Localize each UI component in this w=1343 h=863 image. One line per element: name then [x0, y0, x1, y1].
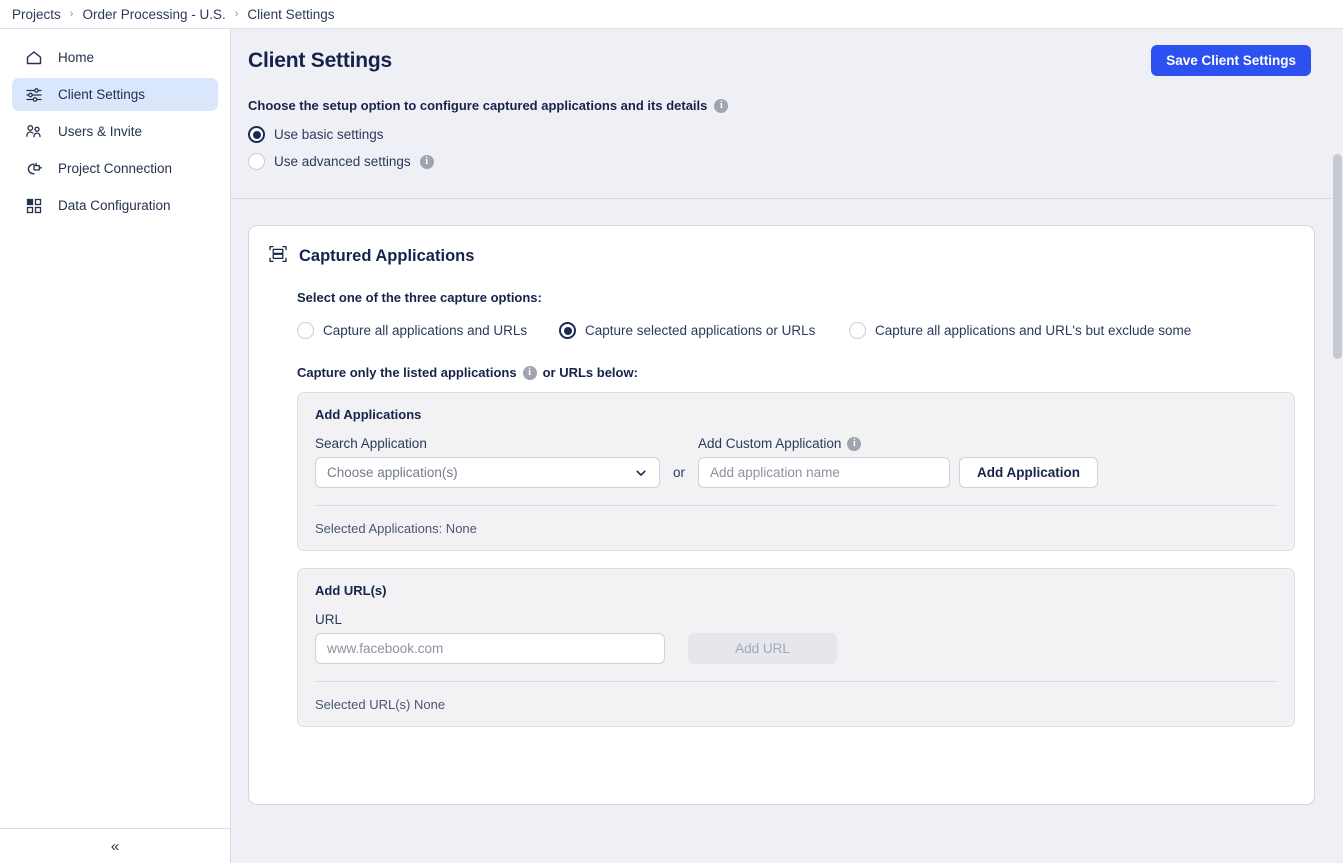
search-application-select[interactable]: Choose application(s)	[315, 457, 660, 488]
home-icon	[24, 48, 43, 67]
radio-indicator[interactable]	[297, 322, 314, 339]
url-label: URL	[315, 612, 343, 627]
breadcrumb-separator-icon: ›	[69, 7, 74, 20]
url-group: URL	[315, 612, 665, 664]
setup-option-section: Choose the setup option to configure cap…	[231, 76, 1332, 198]
page-header: Client Settings Save Client Settings	[231, 29, 1332, 76]
sidebar-item-label: Home	[58, 50, 95, 65]
radio-capture-all[interactable]: Capture all applications and URLs	[297, 322, 559, 339]
capture-options-group: Capture all applications and URLs Captur…	[297, 322, 1295, 339]
radio-use-advanced-settings[interactable]: Use advanced settings i	[248, 153, 1315, 170]
radio-capture-all-exclude[interactable]: Capture all applications and URL's but e…	[849, 322, 1191, 339]
info-icon[interactable]: i	[714, 98, 729, 113]
radio-label: Use advanced settings	[274, 154, 411, 169]
add-applications-panel: Add Applications Search Application Choo…	[297, 392, 1295, 551]
setup-option-label-text: Choose the setup option to configure cap…	[248, 98, 708, 113]
radio-indicator[interactable]	[559, 322, 576, 339]
page-title: Client Settings	[248, 49, 393, 72]
radio-indicator[interactable]	[248, 153, 265, 170]
main-scroll-viewport: Client Settings Save Client Settings Cho…	[231, 29, 1332, 863]
search-application-group: Search Application Choose application(s)	[315, 436, 660, 488]
users-icon	[24, 122, 43, 141]
breadcrumb-item-current: Client Settings	[247, 6, 335, 22]
add-url-button: Add URL	[688, 633, 837, 664]
card-header: Captured Applications	[268, 244, 1295, 269]
sidebar-nav: Home Client Settings Users & Invite Proj…	[0, 29, 230, 226]
sliders-icon	[24, 85, 43, 104]
sidebar-item-project-connection[interactable]: Project Connection	[12, 152, 218, 185]
grid-icon	[24, 196, 43, 215]
listed-applications-label: Capture only the listed applications i o…	[297, 365, 1295, 380]
selected-applications-text: Selected Applications: None	[315, 521, 477, 536]
radio-label: Capture selected applications or URLs	[585, 323, 816, 338]
add-applications-fields: Search Application Choose application(s)	[315, 436, 1277, 488]
radio-label: Use basic settings	[274, 127, 384, 142]
search-application-value: Choose application(s)	[327, 465, 458, 480]
custom-application-input[interactable]	[698, 457, 951, 488]
custom-application-label: Add Custom Application i	[698, 436, 950, 451]
info-icon[interactable]: i	[419, 154, 434, 169]
url-input[interactable]	[315, 633, 665, 664]
listed-label-after: or URLs below:	[542, 365, 638, 380]
sidebar-item-client-settings[interactable]: Client Settings	[12, 78, 218, 111]
capture-options-prompt: Select one of the three capture options:	[297, 290, 542, 305]
breadcrumb: Projects › Order Processing - U.S. › Cli…	[0, 0, 1343, 29]
listed-label-before: Capture only the listed applications	[297, 365, 517, 380]
breadcrumb-item-projects[interactable]: Projects	[12, 7, 61, 22]
sidebar-item-users-invite[interactable]: Users & Invite	[12, 115, 218, 148]
chevron-down-icon	[634, 466, 648, 480]
radio-indicator[interactable]	[849, 322, 866, 339]
sidebar-item-label: Project Connection	[58, 161, 173, 176]
add-urls-fields: URL Add URL	[315, 612, 1277, 664]
plug-icon	[24, 159, 43, 178]
radio-use-basic-settings[interactable]: Use basic settings	[248, 126, 1315, 143]
radio-label: Capture all applications and URLs	[323, 323, 528, 338]
sidebar-item-label: Users & Invite	[58, 124, 143, 139]
add-urls-panel: Add URL(s) URL Add URL Selected URL(s) N…	[297, 568, 1295, 727]
captured-applications-area: Captured Applications Select one of the …	[231, 199, 1332, 805]
radio-indicator[interactable]	[248, 126, 265, 143]
breadcrumb-separator-icon: ›	[234, 7, 239, 20]
save-client-settings-button[interactable]: Save Client Settings	[1151, 45, 1311, 76]
selected-urls-text: Selected URL(s) None	[315, 697, 446, 712]
main-content: Client Settings Save Client Settings Cho…	[231, 29, 1343, 863]
breadcrumb-item-project[interactable]: Order Processing - U.S.	[82, 7, 225, 22]
radio-capture-selected[interactable]: Capture selected applications or URLs	[559, 322, 849, 339]
captured-applications-card: Captured Applications Select one of the …	[248, 225, 1315, 805]
radio-label: Capture all applications and URL's but e…	[875, 323, 1192, 338]
sidebar-item-data-configuration[interactable]: Data Configuration	[12, 189, 218, 222]
sidebar-footer: «	[0, 828, 230, 863]
app-shell: Home Client Settings Users & Invite Proj…	[0, 29, 1343, 863]
sidebar: Home Client Settings Users & Invite Proj…	[0, 29, 231, 863]
main-scrollbar[interactable]	[1332, 29, 1343, 863]
sidebar-item-label: Client Settings	[58, 87, 146, 102]
collapse-sidebar-icon[interactable]: «	[101, 833, 129, 859]
add-urls-title: Add URL(s)	[315, 583, 387, 598]
scrollbar-thumb[interactable]	[1333, 154, 1342, 359]
add-applications-title: Add Applications	[315, 407, 422, 422]
setup-option-label: Choose the setup option to configure cap…	[248, 98, 1315, 113]
capture-frame-icon	[268, 244, 288, 269]
search-application-label: Search Application	[315, 436, 427, 451]
add-application-button[interactable]: Add Application	[959, 457, 1099, 488]
or-separator-label: or	[673, 465, 686, 480]
info-icon[interactable]: i	[847, 436, 862, 451]
sidebar-item-label: Data Configuration	[58, 198, 171, 213]
sidebar-item-home[interactable]: Home	[12, 41, 218, 74]
custom-application-label-text: Add Custom Application	[698, 436, 842, 451]
custom-application-group: Add Custom Application i	[698, 436, 951, 488]
info-icon[interactable]: i	[522, 365, 537, 380]
card-title: Captured Applications	[299, 247, 475, 265]
